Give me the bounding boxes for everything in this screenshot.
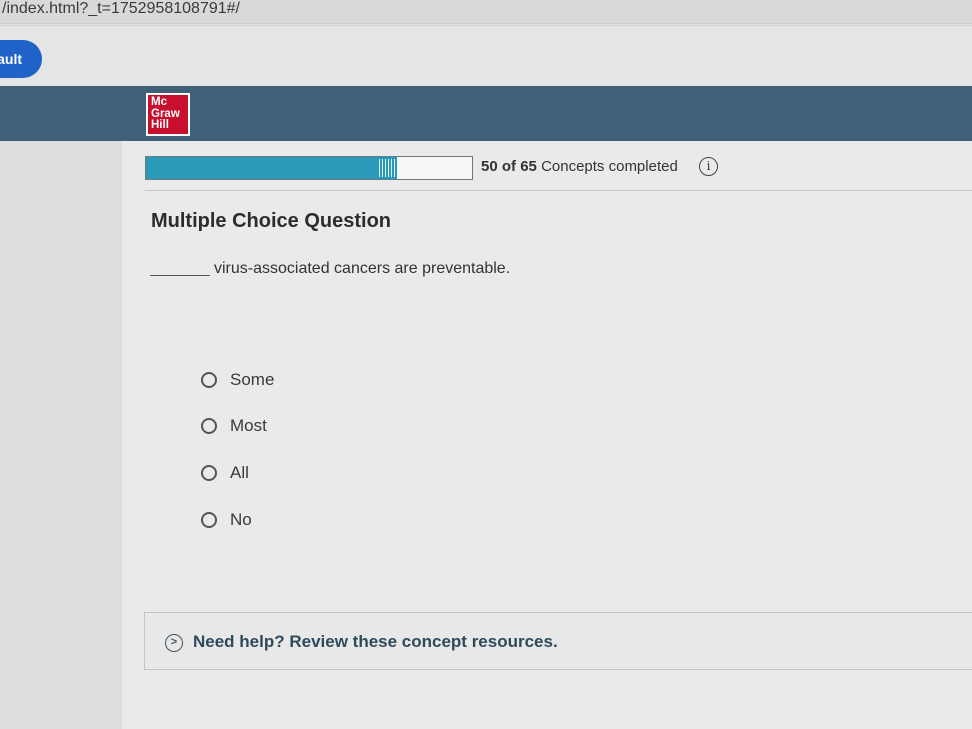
radio-button[interactable] [201,372,217,388]
question-text: virus-associated cancers are preventable… [214,260,511,277]
question-type-heading: Multiple Choice Question [151,210,392,232]
chevron-right-circle-icon: > [165,634,183,652]
progress-of: of [501,158,517,175]
app-header: Mc Graw Hill [0,86,972,141]
option-label: No [230,510,252,529]
radio-button[interactable] [201,418,217,434]
progress-marker [378,159,397,177]
option-label: Most [230,416,267,435]
url-text: /index.html?_t=1752958108791#/ [2,0,240,17]
toolbar: ault [0,25,972,87]
mcgraw-hill-logo: Mc Graw Hill [146,93,190,136]
progress-suffix: Concepts completed [541,158,678,175]
option-label: All [230,463,249,482]
progress-completed: 50 [481,158,498,175]
concept-resources-link[interactable]: Need help? Review these concept resource… [193,632,558,652]
radio-button[interactable] [201,512,217,528]
logo-line-1: Mc [151,96,167,108]
concept-resources-toggle[interactable]: > Need help? Review these concept resour… [144,612,972,670]
progress-label: 50 of 65 Concepts completed [481,158,678,175]
info-icon[interactable]: i [699,157,718,176]
browser-url-bar[interactable]: /index.html?_t=1752958108791#/ [0,0,972,24]
progress-bar [145,156,473,180]
left-margin [0,141,122,729]
radio-button[interactable] [201,465,217,481]
progress-bar-fill [146,157,397,179]
progress-total: 65 [520,158,537,175]
question-blank [150,275,210,276]
header-divider [145,190,972,191]
toolbar-pill-button[interactable]: ault [0,40,42,78]
logo-line-3: Hill [151,119,169,131]
option-label: Some [230,370,275,389]
